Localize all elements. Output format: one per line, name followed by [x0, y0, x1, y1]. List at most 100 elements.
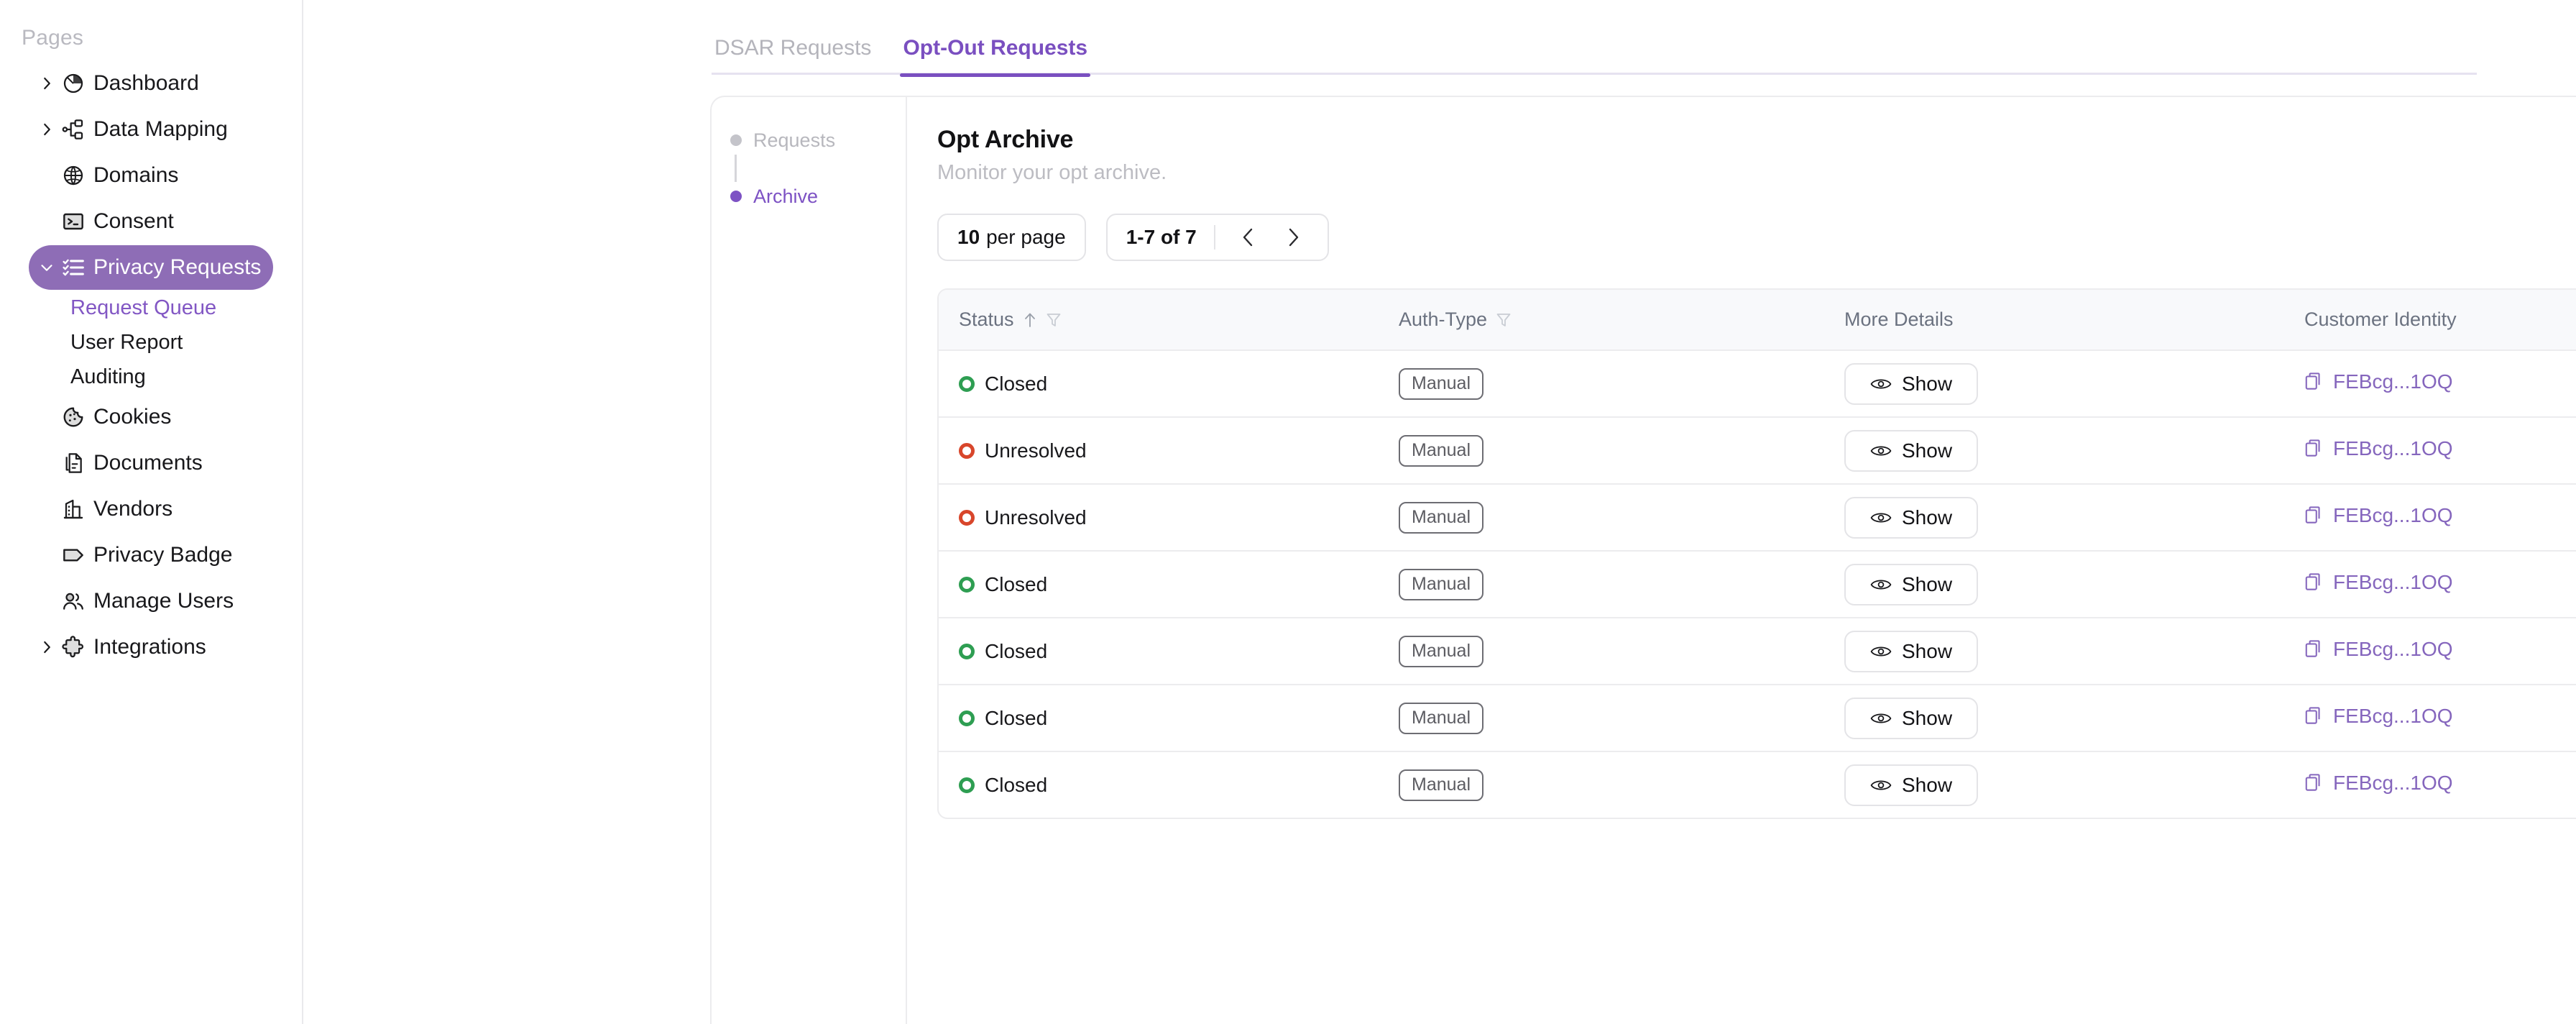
tab-dsar-requests[interactable]: DSAR Requests: [712, 36, 874, 75]
chevron-right-icon[interactable]: [36, 638, 58, 657]
chevron-right-icon[interactable]: [36, 74, 58, 93]
chevron-right-icon[interactable]: [36, 120, 58, 139]
show-details-label: Show: [1902, 372, 1953, 395]
auth-type-badge: Manual: [1399, 568, 1484, 600]
chevron-left-icon[interactable]: [1233, 222, 1263, 252]
customer-identity-value: FEBcg...1OQ: [2333, 705, 2453, 727]
auth-type-badge: Manual: [1399, 635, 1484, 667]
copy-identity-button[interactable]: FEBcg...1OQ: [2304, 370, 2453, 393]
tab-opt-out-requests[interactable]: Opt-Out Requests: [900, 36, 1091, 77]
filter-icon[interactable]: [1496, 311, 1512, 329]
column-header-label: More Details: [1844, 308, 1954, 330]
show-details-button[interactable]: Show: [1844, 429, 1979, 472]
stepper-item-label: Archive: [753, 185, 819, 207]
cell-customer-identity: FEBcg...1OQ: [2304, 751, 2576, 818]
table-row[interactable]: Closed Manual Show FEBcg...1OQ: [939, 551, 2576, 618]
status-indicator-icon: [959, 375, 975, 392]
table-row[interactable]: Unresolved Manual Show FEBcg...1OQ: [939, 484, 2576, 552]
cell-status: Closed: [939, 551, 1399, 618]
table-row[interactable]: Closed Manual Show FEBcg...1OQ: [939, 350, 2576, 418]
show-details-button[interactable]: Show: [1844, 630, 1979, 672]
sidebar-subitem-auditing[interactable]: Auditing: [0, 360, 302, 394]
status-indicator-icon: [959, 509, 975, 526]
filter-icon[interactable]: [1046, 311, 1062, 329]
column-header-status[interactable]: Status: [939, 290, 1399, 351]
copy-identity-button[interactable]: FEBcg...1OQ: [2304, 772, 2453, 795]
status-label: Closed: [985, 639, 1048, 662]
sidebar-item-label: Cookies: [93, 405, 172, 429]
sidebar-item-label: Vendors: [93, 497, 173, 521]
show-details-label: Show: [1902, 439, 1953, 462]
sidebar-item-integrations[interactable]: Integrations: [29, 625, 273, 669]
chevron-down-icon[interactable]: [36, 258, 58, 277]
table-row[interactable]: Closed Manual Show FEBcg...1OQ: [939, 751, 2576, 818]
sidebar: Pages Dashboard Data Mapping Domains Consen…: [0, 0, 303, 1024]
sidebar-subitem-label: Request Queue: [70, 296, 217, 319]
copy-identity-button[interactable]: FEBcg...1OQ: [2304, 437, 2453, 460]
tab-label: Opt-Out Requests: [903, 36, 1088, 60]
eye-icon: [1870, 443, 1892, 459]
copy-identity-button[interactable]: FEBcg...1OQ: [2304, 638, 2453, 661]
status-label: Closed: [985, 706, 1048, 729]
sidebar-subitem-request-queue[interactable]: Request Queue: [0, 291, 302, 325]
tab-label: DSAR Requests: [714, 36, 872, 60]
cell-more-details: Show: [1844, 751, 2304, 818]
table-controls: 10 per page 1-7 of 7: [937, 214, 2576, 261]
cell-customer-identity: FEBcg...1OQ: [2304, 551, 2576, 618]
eye-icon: [1870, 376, 1892, 392]
show-details-label: Show: [1902, 706, 1953, 729]
archive-panel: Opt Archive Monitor your opt archive. 10…: [907, 97, 2576, 1024]
cell-more-details: Show: [1844, 350, 2304, 418]
show-details-button[interactable]: Show: [1844, 563, 1979, 605]
column-header-auth-type[interactable]: Auth-Type: [1399, 290, 1844, 351]
globe-icon: [58, 161, 89, 190]
status-label: Closed: [985, 572, 1048, 595]
show-details-button[interactable]: Show: [1844, 697, 1979, 739]
column-header-customer-identity: Customer Identity: [2304, 290, 2576, 351]
page-title: Opt Archive: [937, 126, 1074, 153]
sidebar-item-privacy-requests[interactable]: Privacy Requests: [29, 245, 273, 290]
chevron-right-icon[interactable]: [1279, 222, 1309, 252]
sidebar-item-cookies[interactable]: Cookies: [29, 395, 273, 439]
copy-identity-button[interactable]: FEBcg...1OQ: [2304, 504, 2453, 527]
app-root: Pages Dashboard Data Mapping Domains Consen…: [0, 0, 2576, 1024]
sidebar-item-data-mapping[interactable]: Data Mapping: [29, 107, 273, 152]
sidebar-item-vendors[interactable]: Vendors: [29, 487, 273, 531]
show-details-button[interactable]: Show: [1844, 496, 1979, 539]
sidebar-item-domains[interactable]: Domains: [29, 153, 273, 198]
table-row[interactable]: Unresolved Manual Show FEBcg...1OQ: [939, 417, 2576, 485]
show-details-label: Show: [1902, 773, 1953, 796]
sidebar-subitem-user-report[interactable]: User Report: [0, 325, 302, 360]
copy-icon: [2304, 506, 2323, 526]
cell-auth-type: Manual: [1399, 685, 1844, 752]
sidebar-item-label: Dashboard: [93, 71, 199, 95]
show-details-label: Show: [1902, 506, 1953, 529]
column-header-label: Customer Identity: [2304, 308, 2457, 330]
sidebar-item-dashboard[interactable]: Dashboard: [29, 61, 273, 106]
show-details-button[interactable]: Show: [1844, 362, 1979, 405]
sort-ascending-icon[interactable]: [1023, 311, 1037, 329]
show-details-button[interactable]: Show: [1844, 764, 1979, 806]
sidebar-item-consent[interactable]: Consent: [29, 199, 273, 244]
copy-identity-button[interactable]: FEBcg...1OQ: [2304, 571, 2453, 594]
per-page-selector[interactable]: 10 per page: [937, 214, 1086, 261]
stepper-item-label: Requests: [753, 129, 836, 151]
cell-status: Closed: [939, 618, 1399, 685]
per-page-count: 10: [957, 226, 980, 248]
table-row[interactable]: Closed Manual Show FEBcg...1OQ: [939, 618, 2576, 685]
copy-identity-button[interactable]: FEBcg...1OQ: [2304, 705, 2453, 728]
tag-icon: [58, 541, 89, 570]
cookie-icon: [58, 403, 89, 431]
copy-icon: [2304, 372, 2323, 392]
cell-customer-identity: FEBcg...1OQ: [2304, 350, 2576, 418]
stepper-item-requests[interactable]: Requests: [730, 127, 906, 153]
puzzle-icon: [58, 633, 89, 662]
stepper-item-archive[interactable]: Archive: [730, 183, 906, 209]
customer-identity-value: FEBcg...1OQ: [2333, 437, 2453, 460]
table-row[interactable]: Closed Manual Show FEBcg...1OQ: [939, 685, 2576, 752]
sidebar-item-documents[interactable]: Documents: [29, 441, 273, 485]
sidebar-item-privacy-badge[interactable]: Privacy Badge: [29, 533, 273, 577]
pagination-range: 1-7 of 7: [1126, 226, 1197, 248]
cell-more-details: Show: [1844, 685, 2304, 752]
sidebar-item-manage-users[interactable]: Manage Users: [29, 579, 273, 623]
